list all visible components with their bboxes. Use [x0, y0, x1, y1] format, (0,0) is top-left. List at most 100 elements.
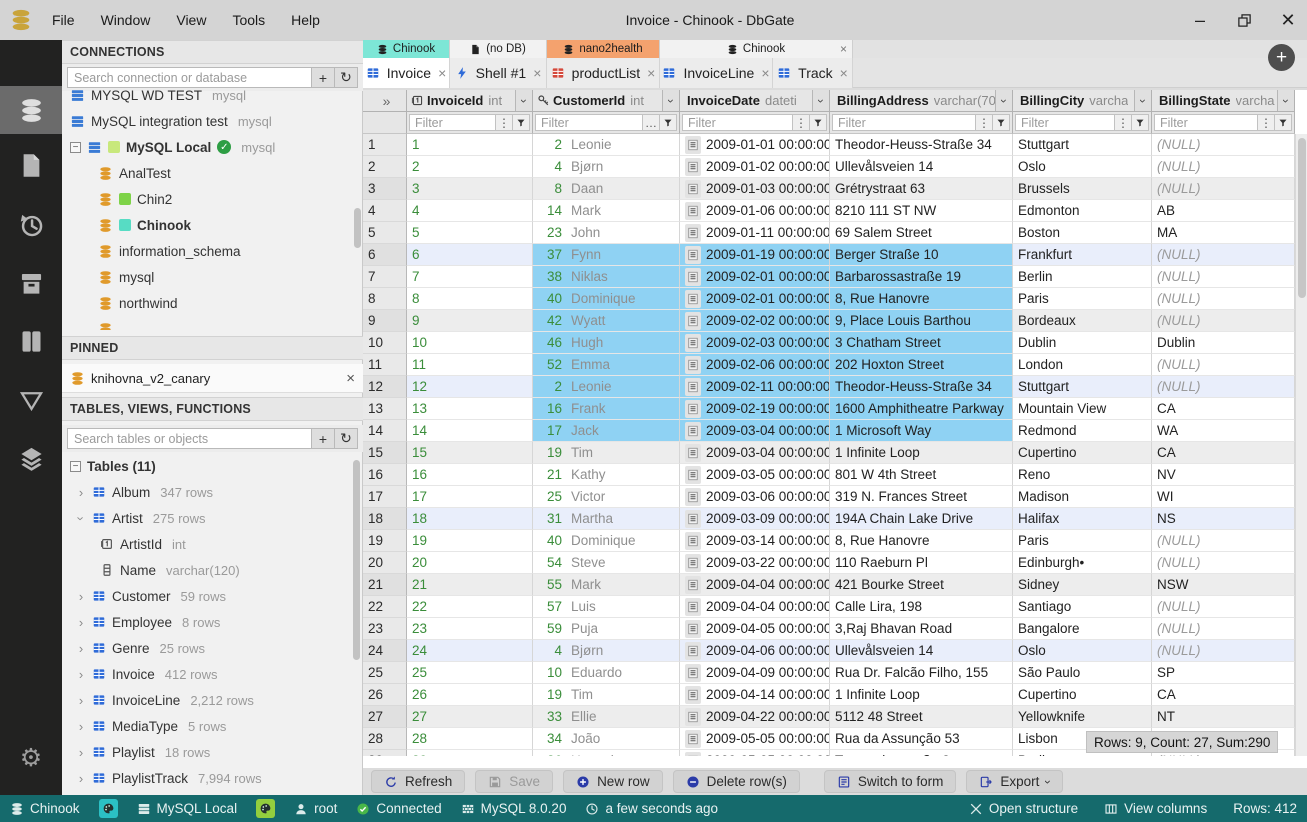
chevron-right-icon[interactable]: › [76, 745, 86, 760]
cell-invoiceid[interactable]: 8 [407, 288, 533, 310]
status-chinook[interactable]: Chinook [10, 801, 80, 816]
cell-billingaddress[interactable]: 319 N. Frances Street [830, 486, 1013, 508]
cell-billingaddress[interactable]: Ullevålsveien 14 [830, 640, 1013, 662]
chevron-right-icon[interactable]: › [76, 693, 86, 708]
column-dropdown-button[interactable]: › [662, 90, 679, 111]
cell-invoiceid[interactable]: 15 [407, 442, 533, 464]
cell-invoicedate[interactable]: 2009-04-06 00:00:00 [680, 640, 830, 662]
row-number[interactable]: 4 [363, 200, 407, 222]
tab-group-nodb[interactable]: (no DB) [450, 40, 547, 58]
row-number[interactable]: 11 [363, 354, 407, 376]
column-header-billingaddress[interactable]: BillingAddress varchar(70 › [830, 90, 1013, 112]
cell-billingaddress[interactable]: 110 Raeburn Pl [830, 552, 1013, 574]
cell-billingstate[interactable]: (NULL) [1152, 376, 1295, 398]
cell-billingcity[interactable]: Frankfurt [1013, 244, 1152, 266]
row-number[interactable]: 29 [363, 750, 407, 756]
cell-invoicedate[interactable]: 2009-05-05 00:00:00 [680, 728, 830, 750]
document-icon[interactable] [685, 663, 701, 682]
cell-customerid[interactable]: 4 Bjørn [533, 640, 680, 662]
cell-billingcity[interactable]: Madison [1013, 486, 1152, 508]
cell-invoiceid[interactable]: 2 [407, 156, 533, 178]
connection-item-information_schema[interactable]: information_schema [62, 238, 363, 264]
cell-billingstate[interactable]: CA [1152, 442, 1295, 464]
tables-search-input[interactable] [67, 428, 312, 449]
cell-invoiceid[interactable]: 26 [407, 684, 533, 706]
column-dropdown-button[interactable]: › [515, 90, 532, 111]
close-tab-icon[interactable]: × [647, 65, 655, 81]
cell-billingcity[interactable]: Stuttgart [1013, 134, 1152, 156]
row-number[interactable]: 22 [363, 596, 407, 618]
document-icon[interactable] [685, 509, 701, 528]
cell-billingstate[interactable]: NS [1152, 508, 1295, 530]
connection-item-chinook[interactable]: Chinook [62, 212, 363, 238]
cell-billingstate[interactable]: (NULL) [1152, 354, 1295, 376]
cell-billingcity[interactable]: Reno [1013, 464, 1152, 486]
cell-invoiceid[interactable]: 3 [407, 178, 533, 200]
connection-item-northwind[interactable]: northwind [62, 290, 363, 316]
chevron-right-icon[interactable]: › [76, 615, 86, 630]
cell-customerid[interactable]: 40 Dominique [533, 530, 680, 552]
column-item-artistid[interactable]: ArtistId int [62, 531, 363, 557]
document-icon[interactable] [685, 157, 701, 176]
cell-invoiceid[interactable]: 28 [407, 728, 533, 750]
filter-input[interactable]: Filter [1015, 114, 1115, 131]
connection-item-mysql-integration-test[interactable]: MySQL integration test mysql [62, 108, 363, 134]
cell-invoicedate[interactable]: 2009-02-03 00:00:00 [680, 332, 830, 354]
cell-invoicedate[interactable]: 2009-02-11 00:00:00 [680, 376, 830, 398]
tab-group-chinook[interactable]: Chinook [363, 40, 450, 58]
cell-customerid[interactable]: 2 Leonie [533, 376, 680, 398]
table-item-mediatype[interactable]: › MediaType 5 rows [62, 713, 363, 739]
tab-group-chinook[interactable]: Chinook × [660, 40, 853, 58]
chevron-right-icon[interactable]: › [76, 771, 86, 786]
cell-customerid[interactable]: 4 Bjørn [533, 156, 680, 178]
funnel-icon[interactable] [513, 114, 530, 131]
cell-invoicedate[interactable]: 2009-04-09 00:00:00 [680, 662, 830, 684]
cell-billingaddress[interactable]: 69 Salem Street [830, 222, 1013, 244]
cell-billingaddress[interactable]: 421 Bourke Street [830, 574, 1013, 596]
cell-invoicedate[interactable]: 2009-03-06 00:00:00 [680, 486, 830, 508]
cell-invoicedate[interactable]: 2009-03-09 00:00:00 [680, 508, 830, 530]
cell-customerid[interactable]: 54 Steve [533, 552, 680, 574]
table-item-customer[interactable]: › Customer 59 rows [62, 583, 363, 609]
chevron-right-icon[interactable]: › [76, 719, 86, 734]
chevron-right-icon[interactable]: › [76, 589, 86, 604]
cell-invoicedate[interactable]: 2009-04-04 00:00:00 [680, 596, 830, 618]
document-icon[interactable] [685, 179, 701, 198]
column-dropdown-button[interactable]: › [1134, 90, 1151, 111]
filter-input[interactable]: Filter [409, 114, 496, 131]
table-item-genre[interactable]: › Genre 25 rows [62, 635, 363, 661]
cell-billingcity[interactable]: Paris [1013, 288, 1152, 310]
row-number[interactable]: 25 [363, 662, 407, 684]
document-icon[interactable] [685, 333, 701, 352]
document-icon[interactable] [685, 685, 701, 704]
column-item-name[interactable]: Name varchar(120) [62, 557, 363, 583]
cell-invoicedate[interactable]: 2009-03-22 00:00:00 [680, 552, 830, 574]
cell-billingcity[interactable]: Dublin [1013, 332, 1152, 354]
cell-billingcity[interactable]: Bangalore [1013, 618, 1152, 640]
cell-billingcity[interactable]: Santiago [1013, 596, 1152, 618]
cell-billingstate[interactable]: (NULL) [1152, 134, 1295, 156]
cell-invoiceid[interactable]: 12 [407, 376, 533, 398]
cell-invoiceid[interactable]: 18 [407, 508, 533, 530]
cell-invoicedate[interactable]: 2009-04-04 00:00:00 [680, 574, 830, 596]
row-number[interactable]: 16 [363, 464, 407, 486]
row-number[interactable]: 21 [363, 574, 407, 596]
cell-customerid[interactable]: 37 Fynn [533, 244, 680, 266]
cell-invoicedate[interactable]: 2009-05-05 00:00:00 [680, 750, 830, 756]
document-icon[interactable] [685, 223, 701, 242]
rail-archive[interactable] [0, 259, 62, 307]
tab-track[interactable]: Track × [773, 58, 853, 88]
cell-invoicedate[interactable]: 2009-02-01 00:00:00 [680, 288, 830, 310]
cell-billingstate[interactable]: (NULL) [1152, 288, 1295, 310]
cell-billingstate[interactable]: WI [1152, 486, 1295, 508]
status-connected[interactable]: Connected [356, 801, 442, 816]
cell-billingaddress[interactable]: 8, Rue Hanovre [830, 288, 1013, 310]
menu-window[interactable]: Window [101, 12, 151, 28]
cell-invoiceid[interactable]: 14 [407, 420, 533, 442]
cell-billingcity[interactable]: Sidney [1013, 574, 1152, 596]
cell-invoiceid[interactable]: 25 [407, 662, 533, 684]
document-icon[interactable] [685, 531, 701, 550]
row-number[interactable]: 14 [363, 420, 407, 442]
new-row-button[interactable]: New row [563, 770, 663, 793]
cell-customerid[interactable]: 33 Ellie [533, 706, 680, 728]
